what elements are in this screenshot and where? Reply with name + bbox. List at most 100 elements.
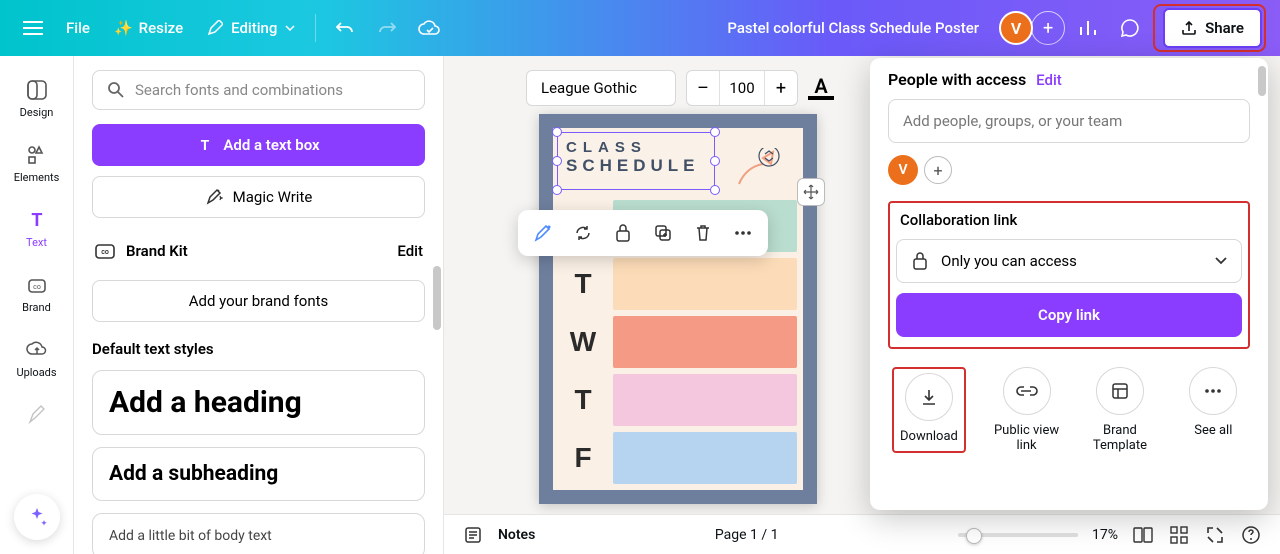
- magic-edit-icon[interactable]: [526, 216, 560, 250]
- people-access-label: People with access: [888, 70, 1026, 89]
- user-avatar[interactable]: V: [999, 11, 1033, 45]
- lock-icon: [911, 251, 929, 271]
- uploads-icon: [25, 338, 49, 362]
- document-title[interactable]: Pastel colorful Class Schedule Poster: [711, 19, 995, 37]
- resize-handle[interactable]: [552, 127, 562, 137]
- see-all-option[interactable]: See all: [1181, 367, 1246, 453]
- popover-scrollbar[interactable]: [1258, 66, 1266, 96]
- resize-label: Resize: [139, 19, 183, 37]
- resize-handle[interactable]: [710, 127, 720, 137]
- arrow-decoration[interactable]: [731, 148, 785, 192]
- magic-button[interactable]: [14, 494, 60, 540]
- font-size-decrease[interactable]: –: [687, 71, 719, 105]
- more-icon[interactable]: [726, 216, 760, 250]
- panel-scrollbar[interactable]: [433, 266, 441, 330]
- poster-canvas[interactable]: CLASS SCHEDULE M T W T: [539, 114, 817, 504]
- heading-style[interactable]: Add a heading: [92, 370, 425, 435]
- lock-icon[interactable]: [606, 216, 640, 250]
- font-picker[interactable]: League Gothic: [526, 70, 676, 106]
- search-input[interactable]: Search fonts and combinations: [92, 70, 425, 110]
- resize-menu[interactable]: ✨Resize: [104, 9, 193, 47]
- brand-template-option[interactable]: Brand Template: [1087, 367, 1152, 453]
- magic-write-button[interactable]: Magic Write: [92, 176, 425, 218]
- access-dropdown[interactable]: Only you can access: [896, 239, 1242, 283]
- share-button-highlight: Share: [1153, 4, 1266, 52]
- slot-friday[interactable]: [613, 432, 797, 484]
- share-button[interactable]: Share: [1163, 8, 1262, 48]
- search-placeholder: Search fonts and combinations: [135, 81, 343, 99]
- resize-handle[interactable]: [710, 185, 720, 195]
- resize-handle[interactable]: [710, 156, 720, 166]
- zoom-value[interactable]: 17%: [1092, 527, 1118, 543]
- page-indicator[interactable]: Page 1 / 1: [715, 527, 779, 543]
- day-t: T: [559, 258, 607, 310]
- magic-write-label: Magic Write: [233, 188, 313, 206]
- help-icon[interactable]: [1240, 524, 1262, 546]
- rail-brand-label: Brand: [22, 301, 51, 314]
- font-size-increase[interactable]: +: [765, 71, 797, 105]
- copy-link-button[interactable]: Copy link: [896, 293, 1242, 337]
- resize-handle[interactable]: [552, 185, 562, 195]
- undo-button[interactable]: [326, 9, 364, 47]
- comment-icon[interactable]: [1111, 9, 1149, 47]
- view-pages-icon[interactable]: [1132, 524, 1154, 546]
- redo-button[interactable]: [368, 9, 406, 47]
- text-icon: T: [25, 208, 49, 232]
- rail-draw[interactable]: [5, 395, 69, 435]
- public-view-option[interactable]: Public view link: [994, 367, 1059, 453]
- body-style[interactable]: Add a little bit of body text: [92, 513, 425, 554]
- subheading-style[interactable]: Add a subheading: [92, 447, 425, 501]
- sync-icon[interactable]: [566, 216, 600, 250]
- add-text-label: Add a text box: [223, 136, 319, 154]
- download-option[interactable]: Download: [900, 373, 958, 444]
- text-color-button[interactable]: A: [808, 76, 834, 100]
- share-icon: [1181, 20, 1197, 36]
- element-toolbar: [518, 210, 768, 256]
- day-f: F: [559, 432, 607, 484]
- notes-button[interactable]: Notes: [498, 527, 535, 543]
- selected-text-element[interactable]: CLASS SCHEDULE: [557, 132, 715, 190]
- subheading-label: Add a subheading: [109, 462, 408, 486]
- notes-icon[interactable]: [462, 524, 484, 546]
- search-icon: [107, 81, 125, 99]
- add-text-box-button[interactable]: T Add a text box: [92, 124, 425, 166]
- delete-icon[interactable]: [686, 216, 720, 250]
- analytics-icon[interactable]: [1069, 9, 1107, 47]
- collab-link-label: Collaboration link: [896, 211, 1242, 229]
- link-icon: [1016, 384, 1038, 398]
- move-handle[interactable]: [797, 178, 825, 206]
- add-brand-fonts-button[interactable]: Add your brand fonts: [92, 280, 425, 322]
- hamburger-menu[interactable]: [14, 9, 52, 47]
- resize-handle[interactable]: [552, 156, 562, 166]
- add-member-small[interactable]: +: [924, 156, 952, 184]
- slot-thursday[interactable]: [613, 374, 797, 426]
- add-member-button[interactable]: +: [1031, 11, 1065, 45]
- rail-uploads[interactable]: Uploads: [5, 330, 69, 387]
- rail-elements[interactable]: Elements: [5, 135, 69, 192]
- rail-elements-label: Elements: [14, 171, 60, 184]
- cloud-sync-icon[interactable]: [410, 9, 448, 47]
- rail-text[interactable]: T Text: [5, 200, 69, 257]
- more-icon: [1203, 388, 1223, 394]
- rail-text-label: Text: [26, 236, 47, 249]
- brand-kit-label: Brand Kit: [126, 242, 188, 260]
- add-people-input[interactable]: Add people, groups, or your team: [888, 99, 1250, 143]
- file-menu[interactable]: File: [56, 9, 100, 47]
- rail-design[interactable]: Design: [5, 70, 69, 127]
- brand-kit-edit[interactable]: Edit: [397, 242, 423, 260]
- editing-mode[interactable]: Editing: [197, 9, 305, 47]
- font-size-value[interactable]: 100: [719, 71, 765, 105]
- member-avatar[interactable]: V: [888, 155, 918, 185]
- brand-kit-icon: co: [94, 240, 116, 262]
- fullscreen-icon[interactable]: [1204, 524, 1226, 546]
- slot-tuesday[interactable]: [613, 258, 797, 310]
- grid-view-icon[interactable]: [1168, 524, 1190, 546]
- public-view-label: Public view link: [994, 423, 1059, 453]
- slot-wednesday[interactable]: [613, 316, 797, 368]
- body-label: Add a little bit of body text: [109, 528, 408, 544]
- share-popover: People with access Edit Add people, grou…: [870, 58, 1268, 510]
- duplicate-icon[interactable]: [646, 216, 680, 250]
- zoom-slider[interactable]: [958, 533, 1078, 537]
- rail-brand[interactable]: co Brand: [5, 265, 69, 322]
- people-access-edit[interactable]: Edit: [1036, 71, 1062, 89]
